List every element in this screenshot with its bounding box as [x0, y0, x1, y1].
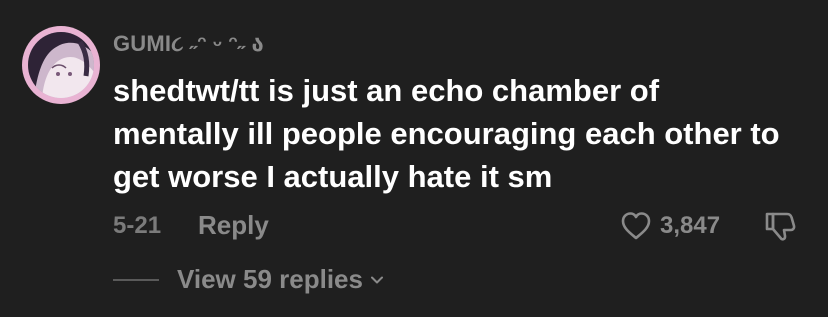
chevron-down-icon — [370, 276, 383, 283]
dislike-button[interactable] — [763, 209, 797, 243]
comment: GUMI૮ ˶ᵔ ᵕ ᵔ˶ ა shedtwt/tt is just an ec… — [0, 0, 828, 317]
username[interactable]: GUMI૮ ˶ᵔ ᵕ ᵔ˶ ა — [113, 31, 264, 57]
comment-date: 5-21 — [113, 212, 162, 239]
like-count: 3,847 — [660, 212, 721, 239]
avatar[interactable] — [22, 26, 100, 104]
heart-icon — [621, 212, 651, 240]
comment-text: shedtwt/tt is just an echo chamber of me… — [113, 73, 780, 194]
reply-button[interactable]: Reply — [198, 210, 269, 241]
view-replies-label: View 59 replies — [177, 264, 363, 294]
thumbs-down-icon — [765, 212, 796, 241]
replies-divider — [113, 279, 159, 281]
avatar-image — [28, 32, 94, 98]
like-button[interactable] — [620, 210, 652, 242]
view-replies-button[interactable]: View 59 replies — [177, 264, 385, 295]
